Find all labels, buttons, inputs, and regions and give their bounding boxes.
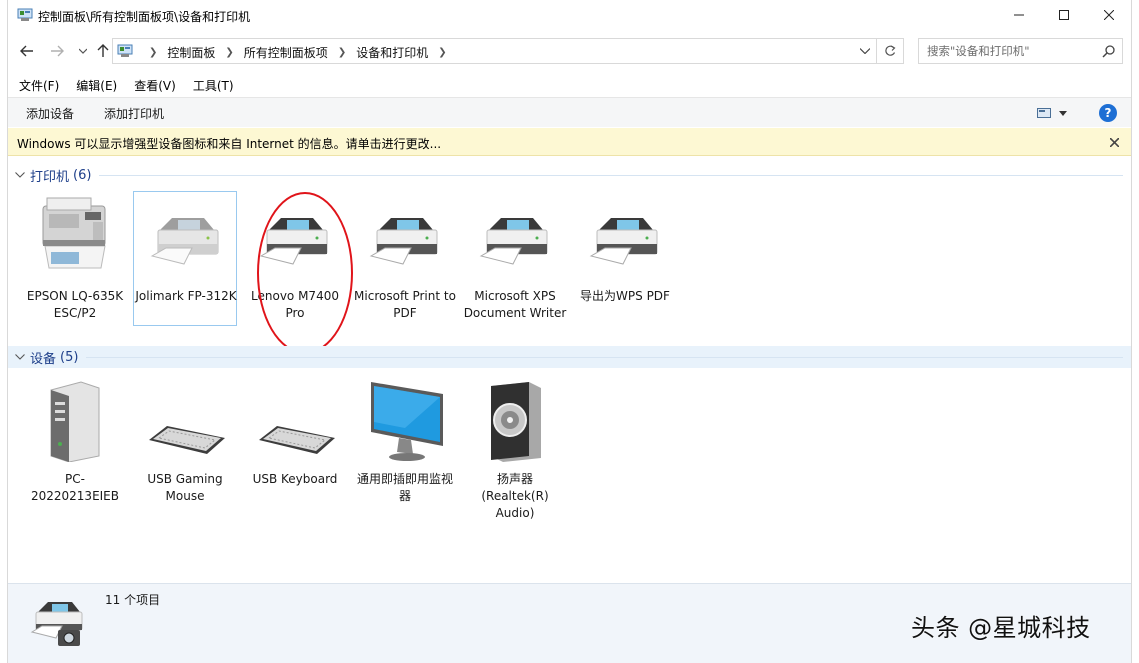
- devices-and-printers-window: 控制面板\所有控制面板项\设备和打印机: [7, 0, 1132, 663]
- arrow-up-icon: [97, 44, 109, 58]
- minimize-button[interactable]: [996, 0, 1042, 30]
- forward-button[interactable]: [46, 40, 68, 62]
- close-icon: [1104, 10, 1114, 20]
- address-dropdown-button[interactable]: [858, 43, 872, 59]
- add-device-button[interactable]: 添加设备: [26, 105, 74, 122]
- printer-icon: [585, 204, 665, 286]
- device-tile-pc[interactable]: PC-20220213EIEB: [23, 380, 127, 510]
- recent-locations-button[interactable]: [72, 40, 94, 62]
- title-bar: 控制面板\所有控制面板项\设备和打印机: [8, 0, 1131, 32]
- printer-tile-ms-print-pdf[interactable]: Microsoft Print to PDF: [353, 192, 457, 327]
- dot-matrix-printer-icon: [35, 192, 115, 274]
- address-bar[interactable]: ❯ 控制面板 ❯ 所有控制面板项 ❯ 设备和打印机 ❯: [112, 38, 877, 64]
- chevron-down-icon: [860, 48, 870, 54]
- maximize-button[interactable]: [1041, 0, 1087, 30]
- menu-edit[interactable]: 编辑(E): [76, 74, 117, 96]
- refresh-icon: [884, 45, 896, 57]
- printer-icon: [146, 204, 226, 286]
- monitor-icon: [365, 380, 445, 462]
- device-label: 通用即插即用监视器: [353, 471, 457, 505]
- chevron-down-icon[interactable]: [13, 172, 27, 178]
- printer-label: Jolimark FP-312K: [134, 288, 238, 305]
- keyboard-icon: [145, 380, 225, 462]
- close-button[interactable]: [1086, 0, 1132, 30]
- menu-view[interactable]: 查看(V): [134, 74, 176, 96]
- chevron-right-icon[interactable]: ❯: [225, 47, 233, 58]
- devices-printers-icon: [28, 596, 90, 652]
- printer-icon: [365, 204, 445, 286]
- printer-tile-wps-pdf[interactable]: 导出为WPS PDF: [573, 192, 677, 312]
- refresh-button[interactable]: [876, 38, 904, 64]
- printers-group-count: (6): [73, 168, 91, 183]
- help-button[interactable]: ?: [1099, 104, 1117, 122]
- device-label: 扬声器 (Realtek(R) Audio): [463, 471, 567, 522]
- chevron-right-icon[interactable]: ❯: [149, 47, 157, 58]
- navigation-bar: ❯ 控制面板 ❯ 所有控制面板项 ❯ 设备和打印机 ❯: [8, 36, 1131, 66]
- search-icon[interactable]: [1102, 44, 1116, 58]
- maximize-icon: [1059, 10, 1069, 20]
- devices-group-count: (5): [60, 350, 78, 365]
- breadcrumb-all-items[interactable]: 所有控制面板项: [244, 44, 328, 61]
- arrow-left-icon: [20, 45, 34, 57]
- add-printer-button[interactable]: 添加打印机: [104, 105, 164, 122]
- printer-tile-ms-xps[interactable]: Microsoft XPS Document Writer: [463, 192, 567, 342]
- printer-label: Microsoft Print to PDF: [353, 288, 457, 322]
- info-bar-close-button[interactable]: [1107, 135, 1121, 149]
- menu-bar: 文件(F) 编辑(E) 查看(V) 工具(T): [8, 74, 240, 96]
- printers-group-title: 打印机: [30, 166, 69, 185]
- minimize-icon: [1014, 10, 1024, 20]
- highlight-ring: [257, 192, 353, 354]
- speaker-icon: [475, 380, 555, 462]
- printer-tile-jolimark[interactable]: Jolimark FP-312K: [133, 191, 237, 326]
- device-tile-usb-keyboard[interactable]: USB Keyboard: [243, 380, 347, 500]
- item-count: 11 个项目: [105, 591, 160, 608]
- window-title: 控制面板\所有控制面板项\设备和打印机: [38, 8, 250, 25]
- close-icon: [1110, 138, 1119, 147]
- control-panel-icon: [17, 8, 33, 22]
- group-divider: [99, 175, 1123, 176]
- details-pane: 11 个项目 头条 @星城科技: [8, 583, 1131, 663]
- info-bar-text[interactable]: Windows 可以显示增强型设备图标和来自 Internet 的信息。请单击进…: [17, 135, 441, 152]
- chevron-down-icon: [1059, 111, 1067, 116]
- group-divider: [86, 357, 1123, 358]
- device-tile-speaker[interactable]: 扬声器 (Realtek(R) Audio): [463, 380, 567, 530]
- device-label: USB Gaming Mouse: [133, 471, 237, 505]
- device-tile-monitor[interactable]: 通用即插即用监视器: [353, 380, 457, 510]
- back-button[interactable]: [16, 40, 38, 62]
- info-bar[interactable]: Windows 可以显示增强型设备图标和来自 Internet 的信息。请单击进…: [8, 128, 1131, 156]
- chevron-right-icon[interactable]: ❯: [338, 47, 346, 58]
- printers-group-header[interactable]: 打印机 (6): [8, 164, 1131, 186]
- breadcrumb-devices-printers[interactable]: 设备和打印机: [356, 44, 428, 61]
- change-view-button[interactable]: [1037, 106, 1073, 120]
- printer-label: 导出为WPS PDF: [573, 288, 677, 305]
- watermark: 头条 @星城科技: [911, 608, 1091, 643]
- menu-tools[interactable]: 工具(T): [193, 74, 234, 96]
- up-button[interactable]: [92, 40, 114, 62]
- breadcrumb: ❯ 控制面板 ❯ 所有控制面板项 ❯ 设备和打印机 ❯: [139, 44, 457, 61]
- device-label: USB Keyboard: [243, 471, 347, 488]
- chevron-down-icon[interactable]: [13, 354, 27, 360]
- breadcrumb-control-panel[interactable]: 控制面板: [167, 44, 215, 61]
- arrow-right-icon: [50, 45, 64, 57]
- printer-icon: [475, 204, 555, 286]
- menu-file[interactable]: 文件(F): [19, 74, 59, 96]
- computer-tower-icon: [35, 380, 115, 462]
- devices-group-header[interactable]: 设备 (5): [8, 346, 1131, 368]
- chevron-down-icon: [79, 48, 87, 54]
- chevron-right-icon[interactable]: ❯: [438, 47, 446, 58]
- search-input[interactable]: [927, 43, 1097, 59]
- printer-label: EPSON LQ-635K ESC/P2: [23, 288, 127, 322]
- printer-tile-epson[interactable]: EPSON LQ-635K ESC/P2: [23, 192, 127, 342]
- command-bar: 添加设备 添加打印机 ?: [8, 97, 1131, 127]
- search-box[interactable]: [918, 38, 1123, 64]
- device-tile-usb-mouse[interactable]: USB Gaming Mouse: [133, 380, 237, 510]
- printer-label: Microsoft XPS Document Writer: [463, 288, 567, 322]
- device-label: PC-20220213EIEB: [23, 471, 127, 505]
- keyboard-icon: [255, 380, 335, 462]
- control-panel-icon: [117, 44, 133, 58]
- help-icon: ?: [1105, 106, 1112, 120]
- devices-group-title: 设备: [30, 348, 56, 367]
- view-options-icon: [1037, 107, 1051, 119]
